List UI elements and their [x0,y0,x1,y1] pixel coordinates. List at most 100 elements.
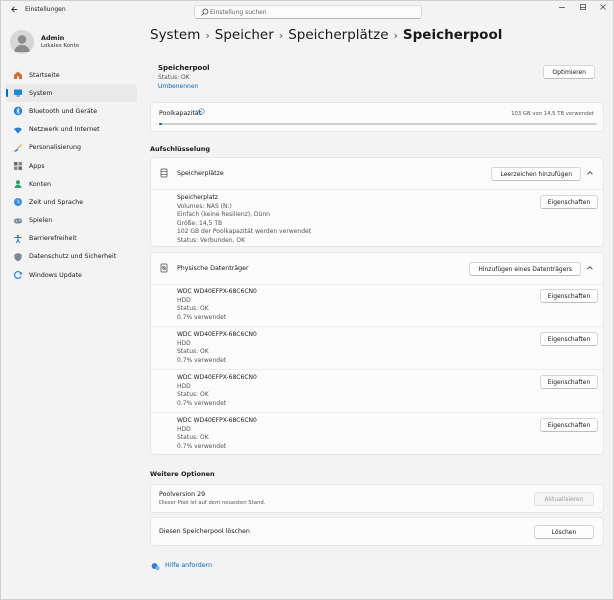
add-disk-button[interactable]: Hinzufügen eines Datenträgers [469,262,581,276]
disk-status: Status: OK [177,305,209,313]
disk-properties-button[interactable]: Eigenschaften [540,375,598,389]
breadcrumb-system[interactable]: System [150,27,200,43]
sidebar-item-label: Windows Update [29,271,82,279]
space-volumes: Volumes: NAS (N:) [177,202,232,210]
chevron-up-icon[interactable] [586,169,594,177]
accessibility-icon [14,234,22,243]
sidebar-item-label: System [29,89,53,97]
sidebar-item-netzwerk[interactable]: Netzwerk und Internet [6,121,137,139]
disk-model: WDC WD40EFPX-68C6CN0 [177,331,257,338]
sidebar-item-windows-update[interactable]: Windows Update [6,266,137,284]
capacity-progress-bar [159,123,597,125]
sidebar-item-label: Personalisierung [29,144,81,152]
chevron-right-icon: › [278,29,284,42]
sidebar-item-label: Bluetooth und Geräte [29,107,98,115]
disk-properties-button[interactable]: Eigenschaften [540,418,598,432]
sidebar-item-startseite[interactable]: Startseite [6,66,137,84]
app-title: Einstellungen [25,6,66,13]
list-item: Speicherplatz Volumes: NAS (N:) Einfach … [177,194,598,246]
divider [151,326,603,327]
disk-properties-button[interactable]: Eigenschaften [540,289,598,303]
sidebar-item-label: Zeit und Sprache [29,198,84,206]
help-icon [151,563,160,571]
person-icon [14,180,22,189]
pool-header: Speicherpool Status: OK Umbenennen Optim… [150,56,604,93]
sidebar-item-label: Netzwerk und Internet [29,126,100,134]
optimize-button[interactable]: Optimieren [543,65,595,79]
update-pool-button[interactable]: Aktualisieren [534,492,594,506]
sidebar-item-spielen[interactable]: Spielen [6,212,137,230]
capacity-value: 103 GB von 14,5 TB verwendet [511,111,594,117]
delete-pool-card: Diesen Speicherpool löschen Löschen [150,517,604,546]
title-bar: Einstellungen [1,1,613,19]
pool-version-label: Poolversion 29 [159,491,206,498]
disk-model: WDC WD40EFPX-68C6CN0 [177,374,257,381]
space-properties-button[interactable]: Eigenschaften [540,195,598,209]
shield-icon [14,252,22,261]
maximize-button[interactable] [573,3,593,15]
list-item: WDC WD40EFPX-68C6CN0 HDD Status: OK 0.7%… [177,331,598,365]
disks-header[interactable]: Physische Datenträger Hinzufügen eines D… [151,253,603,284]
bluetooth-icon [13,107,23,116]
wifi-icon [14,127,22,134]
get-help-link[interactable]: Hilfe anfordern [165,562,212,569]
sidebar-item-konten[interactable]: Konten [6,175,137,193]
list-item: WDC WD40EFPX-68C6CN0 HDD Status: OK 0.7%… [177,288,598,322]
list-item: WDC WD40EFPX-68C6CN0 HDD Status: OK 0.7%… [177,417,598,451]
sidebar-item-zeit-und-sprache[interactable]: Zeit und Sprache [6,193,137,211]
disk-usage: 0.7% verwendet [177,356,227,364]
disk-usage: 0.7% verwendet [177,442,227,450]
disk-properties-button[interactable]: Eigenschaften [540,332,598,346]
pool-version-sub: Dieser Pool ist auf dem neuesten Stand. [159,500,266,506]
divider [151,284,603,285]
disk-model: WDC WD40EFPX-68C6CN0 [177,288,257,295]
breadcrumb-speicher[interactable]: Speicher [215,27,274,43]
rename-link[interactable]: Umbenennen [158,83,198,90]
search-icon [201,8,209,16]
delete-pool-button[interactable]: Löschen [534,525,594,539]
list-item: WDC WD40EFPX-68C6CN0 HDD Status: OK 0.7%… [177,374,598,408]
space-status: Status: Verbunden, OK [177,236,246,244]
chevron-right-icon: › [205,29,210,42]
sidebar-item-system[interactable]: System [6,84,137,103]
spaces-header[interactable]: Speicherplätze Leerzeichen hinzufügen [151,158,603,189]
hard-drive-icon [160,263,168,273]
monitor-icon [14,89,22,97]
info-icon[interactable] [198,108,205,115]
space-name: Speicherplatz [177,194,218,201]
disk-status: Status: OK [177,348,209,356]
sidebar-item-apps[interactable]: Apps [6,157,137,175]
back-arrow-icon[interactable] [9,5,19,15]
home-icon [14,71,22,79]
search-box[interactable] [194,5,422,19]
disk-status: Status: OK [177,391,209,399]
update-icon [14,271,22,279]
globe-clock-icon [14,198,22,207]
breadcrumb-speicherplaetze[interactable]: Speicherplätze [288,27,388,43]
add-space-button[interactable]: Leerzeichen hinzufügen [491,167,581,181]
sidebar-item-datenschutz[interactable]: Datenschutz und Sicherheit [6,248,137,266]
avatar[interactable] [10,30,34,54]
divider [151,412,603,413]
sidebar-item-bluetooth[interactable]: Bluetooth und Geräte [6,102,137,120]
disk-model: WDC WD40EFPX-68C6CN0 [177,417,257,424]
breadcrumb: System › Speicher › Speicherplätze › Speicherp… [150,27,502,43]
sidebar-item-label: Apps [29,162,45,170]
disk-status: Status: OK [177,434,209,442]
divider [151,189,603,190]
chevron-right-icon: › [393,29,398,42]
breakdown-title: Aufschlüsselung [150,145,210,153]
disk-usage: 0.7% verwendet [177,313,227,321]
storage-stack-icon [160,168,168,178]
chevron-up-icon[interactable] [586,264,594,272]
search-input[interactable] [210,7,415,17]
close-button[interactable] [593,3,613,15]
sidebar-item-personalisierung[interactable]: Personalisierung [6,139,137,157]
disk-usage: 0.7% verwendet [177,399,227,407]
brush-icon [14,143,23,152]
minimize-icon-button[interactable] [552,3,572,15]
disk-type: HDD [177,296,191,304]
sidebar-item-label: Barrierefreiheit [29,235,77,243]
gamepad-icon [14,218,22,223]
sidebar-item-barrierefreiheit[interactable]: Barrierefreiheit [6,230,137,248]
